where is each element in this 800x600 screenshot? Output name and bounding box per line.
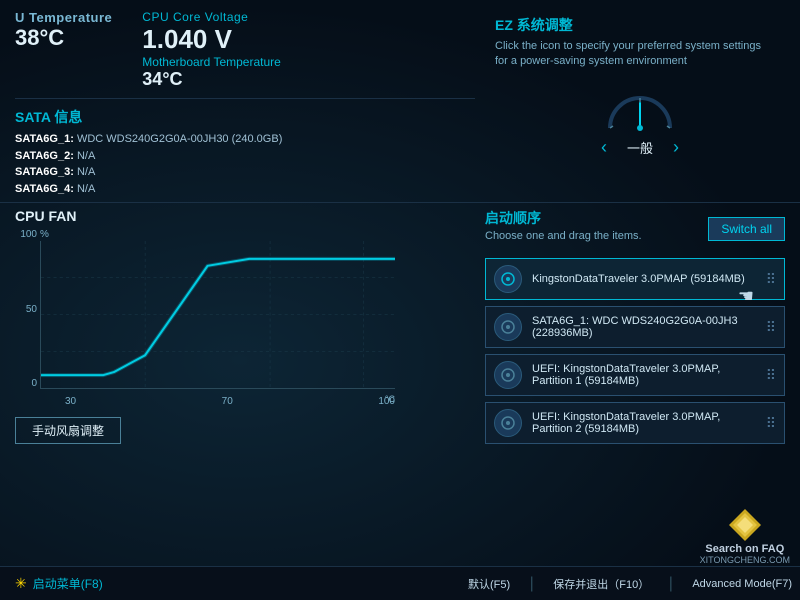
boot-item-text: KingstonDataTraveler 3.0PMAP (59184MB)	[532, 273, 758, 285]
sata-item: SATA6G_4: N/A	[15, 181, 475, 198]
drag-handle[interactable]: ⠿	[766, 367, 776, 384]
gauge-wrapper: ‹ 一般 ›	[600, 83, 680, 158]
right-panel: EZ 系统调整 Click the icon to specify your p…	[475, 10, 785, 197]
diamond-logo-icon	[727, 507, 763, 543]
boot-item[interactable]: KingstonDataTraveler 3.0PMAP (59184MB) ⠿…	[485, 258, 785, 300]
fan-adjust-button[interactable]: 手动风扇调整	[15, 417, 121, 444]
boot-subtitle: Choose one and drag the items.	[485, 230, 642, 242]
gauge-nav: ‹ 一般 ›	[601, 137, 679, 158]
middle-section: CPU FAN % 100 50 0	[0, 203, 800, 566]
x-label-30: 30	[65, 396, 76, 407]
disk-icon	[500, 367, 516, 383]
watermark: Search on FAQ XITONGCHENG.COM	[700, 507, 790, 565]
boot-item-icon	[494, 313, 522, 341]
bottom-buttons: 默认(F5) | 保存并退出（F10） | Advanced Mode(F7) …	[460, 567, 800, 600]
chart-yaxis: 100 50 0	[15, 229, 40, 389]
separator-1: |	[530, 575, 534, 593]
boot-item-text: UEFI: KingstonDataTraveler 3.0PMAP, Part…	[532, 363, 758, 387]
boot-item[interactable]: UEFI: KingstonDataTraveler 3.0PMAP, Part…	[485, 402, 785, 444]
boot-item-icon	[494, 265, 522, 293]
sata-section: SATA 信息 SATA6G_1: WDC WDS240G2G0A-00JH30…	[15, 98, 475, 197]
gauge-icon[interactable]	[600, 83, 680, 133]
drag-handle[interactable]: ⠿	[766, 415, 776, 432]
boot-item-icon	[494, 409, 522, 437]
left-panel: U Temperature 38°C CPU Core Voltage 1.04…	[15, 10, 475, 197]
voltage-block: CPU Core Voltage 1.040 V Motherboard Tem…	[142, 10, 281, 90]
bottom-left: ✳ 启动菜单(F8)	[0, 567, 460, 600]
y-label-100: 100	[20, 229, 37, 240]
sata-items: SATA6G_1: WDC WDS240G2G0A-00JH30 (240.0G…	[15, 131, 475, 197]
switch-all-button[interactable]: Switch all	[708, 217, 785, 241]
sata-item: SATA6G_1: WDC WDS240G2G0A-00JH30 (240.0G…	[15, 131, 475, 148]
boot-title-group: 启动顺序 Choose one and drag the items.	[485, 208, 642, 250]
ez-desc: Click the icon to specify your preferred…	[495, 39, 775, 70]
x-label-70: 70	[222, 396, 233, 407]
ez-title: EZ 系统调整	[495, 15, 785, 35]
percent-label: %	[40, 229, 49, 240]
separator-2: |	[669, 575, 673, 593]
cpu-fan-chart-svg	[41, 241, 395, 388]
boot-item-icon	[494, 361, 522, 389]
cursor-hand-icon: ☚	[738, 286, 754, 307]
boot-menu-label: 启动菜单(F8)	[33, 575, 103, 592]
boot-item-text: UEFI: KingstonDataTraveler 3.0PMAP, Part…	[532, 411, 758, 435]
disk-icon	[500, 271, 516, 287]
chart-area	[40, 241, 395, 389]
ez-section: EZ 系统调整 Click the icon to specify your p…	[495, 10, 785, 75]
drag-handle[interactable]: ⠿	[766, 271, 776, 288]
cpu-temp-label: U Temperature	[15, 10, 112, 25]
sata-key: SATA6G_1:	[15, 133, 74, 145]
boot-item-text: SATA6G_1: WDC WDS240G2G0A-00JH3 (228936M…	[532, 315, 758, 339]
mb-temp-value: 34°C	[142, 69, 281, 90]
disk-icon	[500, 415, 516, 431]
watermark-site: XITONGCHENG.COM	[700, 555, 790, 565]
sata-item: SATA6G_3: N/A	[15, 164, 475, 181]
disk-icon	[500, 319, 516, 335]
watermark-search: Search on FAQ	[705, 543, 784, 555]
main-container: U Temperature 38°C CPU Core Voltage 1.04…	[0, 0, 800, 600]
gauge-container: ‹ 一般 ›	[495, 75, 785, 166]
y-label-50: 50	[26, 304, 37, 315]
default-button[interactable]: 默认(F5)	[460, 573, 518, 595]
y-label-0: 0	[31, 378, 37, 389]
top-section: U Temperature 38°C CPU Core Voltage 1.04…	[0, 0, 800, 203]
gauge-next-arrow[interactable]: ›	[673, 137, 679, 158]
boot-header: 启动顺序 Choose one and drag the items. Swit…	[485, 208, 785, 250]
save-exit-button[interactable]: 保存并退出（F10）	[545, 573, 657, 595]
drag-handle[interactable]: ⠿	[766, 319, 776, 336]
boot-items-list: KingstonDataTraveler 3.0PMAP (59184MB) ⠿…	[485, 258, 785, 444]
boot-menu-item: ✳ 启动菜单(F8)	[15, 575, 103, 592]
sata-key: SATA6G_4:	[15, 183, 74, 195]
sata-key: SATA6G_2:	[15, 150, 74, 162]
cpu-temp-block: U Temperature 38°C	[15, 10, 112, 51]
boot-item[interactable]: UEFI: KingstonDataTraveler 3.0PMAP, Part…	[485, 354, 785, 396]
boot-item[interactable]: SATA6G_1: WDC WDS240G2G0A-00JH3 (228936M…	[485, 306, 785, 348]
fan-section: CPU FAN % 100 50 0	[15, 208, 475, 561]
temp-row: U Temperature 38°C CPU Core Voltage 1.04…	[15, 10, 475, 90]
chart-xaxis: 30 70 100 °C	[40, 394, 395, 409]
cpu-temp-value: 38°C	[15, 25, 112, 51]
gauge-prev-arrow[interactable]: ‹	[601, 137, 607, 158]
voltage-label: CPU Core Voltage	[142, 10, 281, 24]
sata-item: SATA6G_2: N/A	[15, 148, 475, 165]
fan-title: CPU FAN	[15, 208, 475, 224]
sata-key: SATA6G_3:	[15, 166, 74, 178]
voltage-value: 1.040 V	[142, 24, 281, 55]
gauge-mode: 一般	[627, 138, 653, 157]
bottom-bar: ✳ 启动菜单(F8) 默认(F5) | 保存并退出（F10） | Advance…	[0, 566, 800, 600]
sata-title: SATA 信息	[15, 107, 475, 127]
chart-container: % 100 50 0	[15, 229, 395, 409]
mb-temp-label: Motherboard Temperature	[142, 55, 281, 69]
snowflake-icon: ✳	[15, 575, 27, 592]
advanced-mode-button[interactable]: Advanced Mode(F7)	[684, 575, 800, 593]
temp-unit: °C	[385, 394, 395, 404]
boot-title: 启动顺序	[485, 208, 642, 228]
